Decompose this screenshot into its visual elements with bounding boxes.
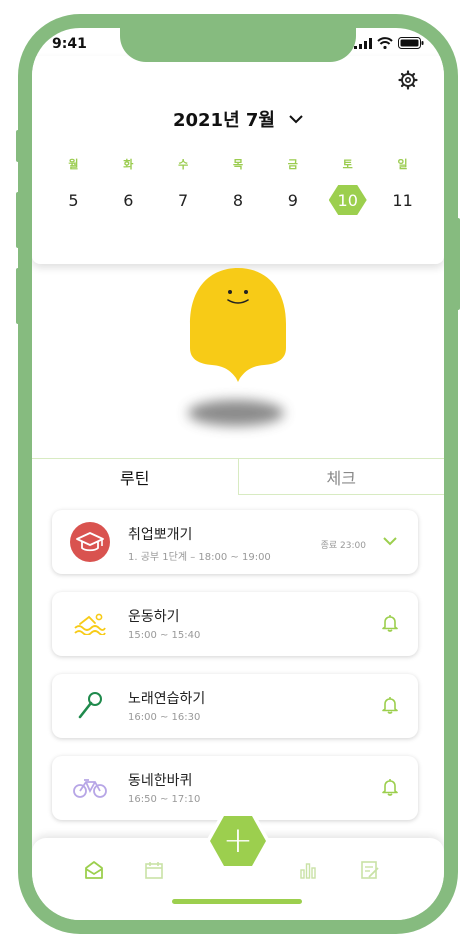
status-time: 9:41 [52,36,87,52]
mascot-character [190,268,286,382]
date-9[interactable]: 9 [265,185,320,215]
routine-subtitle: 16:50 ~ 17:10 [128,794,201,805]
weekday-label: 금 [287,158,298,171]
chevron-down-icon [289,115,303,124]
signal-icon [354,37,372,49]
note-icon[interactable] [360,860,380,884]
battery-icon [398,37,424,49]
weekday-label: 토 [342,158,353,171]
weekday-row: 월 화 수 목 금 토 일 [46,156,430,172]
date-number: 10 [337,190,358,210]
month-label: 2021년 7월 [172,110,275,131]
swimming-icon [70,606,110,642]
tab-check[interactable]: 체크 [237,459,444,495]
bell-icon[interactable] [382,696,398,718]
weekday-label: 목 [232,158,244,171]
app-screen: 9:41 2021년 7월 월 화 수 목 금 토 일 5 6 7 8 9 10… [32,28,444,920]
status-icons [354,37,424,49]
bicycle-icon [70,770,110,806]
bell-icon[interactable] [382,778,398,800]
chevron-down-icon[interactable] [382,532,398,551]
routine-card-walk[interactable]: 동네한바퀴 16:50 ~ 17:10 [52,756,418,820]
date-number: 8 [232,190,244,210]
home-icon[interactable] [84,860,104,884]
date-number: 11 [392,190,413,210]
tab-bar: 루틴 체크 [32,458,444,495]
date-6[interactable]: 6 [101,185,156,215]
mascot-shadow [188,400,284,426]
routine-title: 취업뽀개기 [128,527,193,543]
graduation-cap-icon [70,522,110,562]
weekday-label: 일 [397,158,408,171]
calendar-icon[interactable] [144,860,164,884]
date-row: 5 6 7 8 9 10 11 [46,185,430,215]
tab-routine[interactable]: 루틴 [32,459,238,495]
date-number: 9 [287,190,298,210]
weekday-label: 화 [123,158,134,171]
routine-card-exercise[interactable]: 운동하기 15:00 ~ 15:40 [52,592,418,656]
date-5[interactable]: 5 [46,185,101,215]
weekday-label: 월 [68,158,79,171]
routine-card-singing[interactable]: 노래연습하기 16:00 ~ 16:30 [52,674,418,738]
routine-title: 운동하기 [128,609,180,625]
routine-subtitle: 15:00 ~ 15:40 [128,630,201,641]
chart-icon[interactable] [298,860,318,884]
date-8[interactable]: 8 [211,185,266,215]
routine-title: 노래연습하기 [128,691,206,707]
date-number: 5 [68,190,79,210]
home-indicator [172,899,302,904]
bell-icon[interactable] [382,614,398,636]
month-selector[interactable]: 2021년 7월 [32,106,444,132]
date-number: 7 [178,190,189,210]
date-number: 6 [123,190,134,210]
routine-end-time: 종료 23:00 [320,541,366,551]
routine-subtitle: 1. 공부 1단계 – 18:00 ~ 19:00 [128,552,271,563]
routine-card-job[interactable]: 취업뽀개기 1. 공부 1단계 – 18:00 ~ 19:00 종료 23:00 [52,510,418,574]
date-7[interactable]: 7 [156,185,211,215]
date-11[interactable]: 11 [375,185,430,215]
settings-gear-icon[interactable] [398,70,418,94]
date-10-selected[interactable]: 10 [320,185,375,215]
notch [120,28,356,62]
microphone-icon [70,688,110,724]
weekday-label: 수 [178,158,189,171]
routine-title: 동네한바퀴 [128,773,193,789]
routine-subtitle: 16:00 ~ 16:30 [128,712,201,723]
wifi-icon [377,37,393,49]
